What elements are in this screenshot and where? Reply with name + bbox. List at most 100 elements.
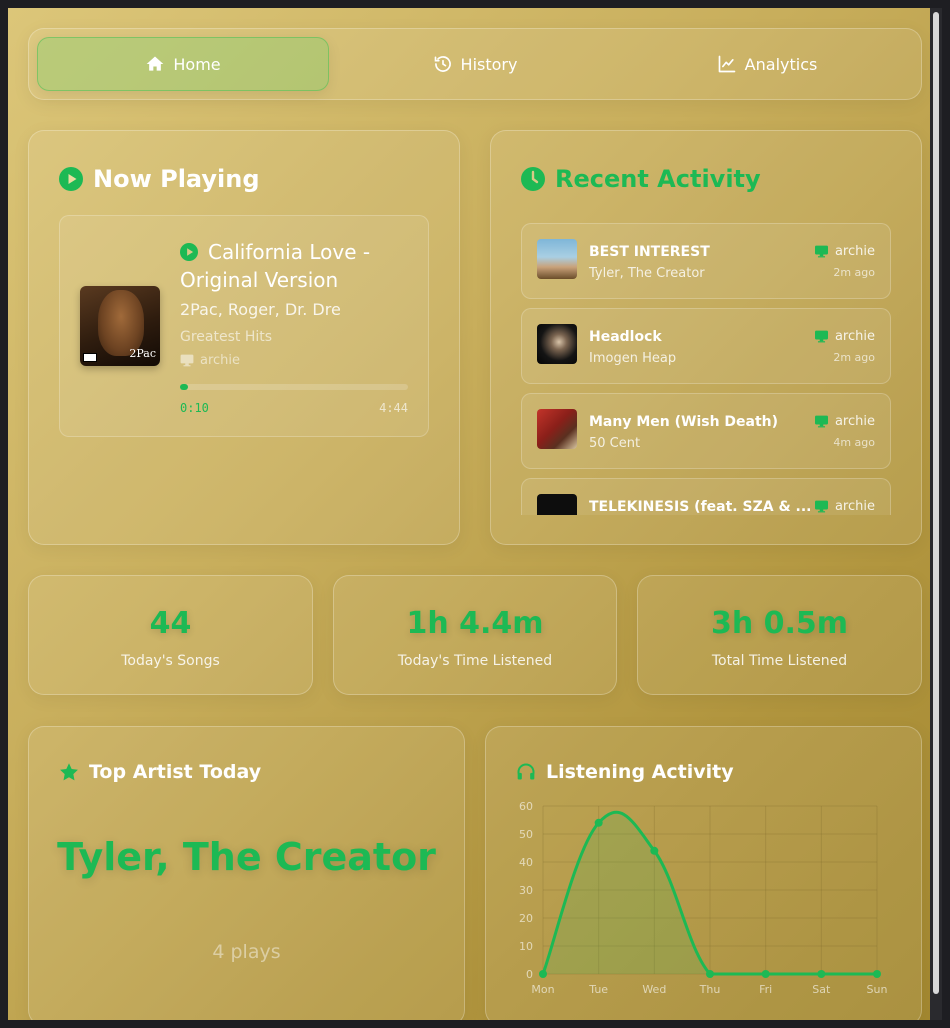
- progress-bar[interactable]: [180, 384, 408, 390]
- stat-card-today-songs: 44 Today's Songs: [28, 575, 313, 695]
- headphones-icon: [517, 763, 535, 780]
- album-cover: 2Pac: [80, 286, 160, 366]
- activity-device: archie: [814, 499, 875, 514]
- stat-label: Today's Time Listened: [397, 653, 553, 669]
- data-point: [873, 970, 881, 978]
- activity-device-name: archie: [834, 499, 875, 514]
- monitor-icon: [180, 354, 194, 367]
- history-icon: [434, 56, 451, 72]
- playback-device: archie: [180, 353, 240, 368]
- album-cover-text: 2Pac: [129, 347, 156, 360]
- activity-device: archie: [814, 414, 875, 429]
- activity-device: archie: [814, 329, 875, 344]
- recent-activity-list[interactable]: BEST INTEREST Tyler, The Creator archie …: [521, 223, 891, 515]
- activity-song: Many Men (Wish Death): [589, 414, 779, 430]
- recent-activity-panel: Recent Activity BEST INTEREST Tyler, The…: [490, 130, 922, 545]
- activity-song: Headlock: [589, 329, 662, 345]
- clock-icon: [521, 167, 545, 191]
- activity-thumbnail: [537, 409, 577, 449]
- top-nav: Home History Analytics: [28, 28, 922, 100]
- play-icon: [180, 243, 198, 261]
- activity-time: 2m ago: [833, 351, 875, 364]
- activity-item[interactable]: Headlock Imogen Heap archie 2m ago: [521, 308, 891, 384]
- activity-device-name: archie: [834, 329, 875, 344]
- listening-activity-heading: Listening Activity: [516, 761, 734, 783]
- track-title: California Love - Original Version: [180, 238, 416, 294]
- listening-activity-title: Listening Activity: [546, 761, 734, 783]
- x-tick-label: Tue: [588, 983, 608, 996]
- y-tick-label: 10: [519, 940, 533, 953]
- activity-artist: Imogen Heap: [589, 351, 677, 366]
- data-point: [594, 818, 603, 827]
- total-time: 4:44: [379, 401, 408, 415]
- nav-analytics-label: Analytics: [744, 54, 818, 74]
- listening-activity-panel: Listening Activity 0 10 20 30 40 50 60 Mon Tue We…: [485, 726, 922, 1020]
- top-artist-title: Top Artist Today: [89, 761, 262, 783]
- playback-device-name: archie: [200, 353, 241, 368]
- y-tick-label: 40: [519, 856, 533, 869]
- top-artist-panel: Top Artist Today Tyler, The Creator 4 pl…: [28, 726, 465, 1020]
- monitor-icon: [814, 245, 828, 258]
- app-window: Home History Analytics Now Playing 2Pac …: [8, 8, 930, 1020]
- activity-song: TELEKINESIS (feat. SZA & ...: [589, 499, 812, 515]
- activity-song: BEST INTEREST: [589, 244, 710, 260]
- x-tick-label: Mon: [531, 983, 554, 996]
- y-tick-label: 0: [526, 968, 533, 981]
- stat-label: Today's Songs: [121, 653, 220, 669]
- stat-card-total-time: 3h 0.5m Total Time Listened: [637, 575, 922, 695]
- nav-history[interactable]: History: [329, 37, 621, 91]
- monitor-icon: [814, 415, 828, 428]
- home-icon: [147, 56, 164, 71]
- current-time: 0:10: [180, 401, 209, 415]
- recent-activity-title: Recent Activity: [555, 165, 761, 193]
- activity-thumbnail: [537, 494, 577, 515]
- x-tick-label: Fri: [759, 983, 772, 996]
- activity-device: archie: [814, 244, 875, 259]
- activity-thumbnail: [537, 324, 577, 364]
- page-scrollbar[interactable]: [930, 8, 942, 1020]
- stat-value: 3h 0.5m: [710, 606, 849, 641]
- progress-fill: [180, 384, 188, 390]
- now-playing-heading: Now Playing: [59, 165, 260, 193]
- x-tick-label: Sun: [867, 983, 888, 996]
- monitor-icon: [814, 330, 828, 343]
- y-tick-label: 50: [519, 828, 533, 841]
- activity-time: 2m ago: [833, 266, 875, 279]
- stat-value: 1h 4.4m: [406, 606, 544, 641]
- activity-time: 4m ago: [833, 436, 875, 449]
- stat-value: 44: [149, 606, 192, 641]
- data-point: [650, 846, 659, 855]
- star-icon: [60, 763, 78, 781]
- track-album: Greatest Hits: [180, 329, 273, 345]
- x-tick-label: Thu: [699, 983, 721, 996]
- listening-activity-chart: 0 10 20 30 40 50 60 Mon Tue Wed Thu Fri Sat Sun: [519, 800, 888, 996]
- nav-analytics[interactable]: Analytics: [621, 37, 913, 91]
- activity-artist: 50 Cent: [589, 436, 641, 451]
- play-circle-icon: [59, 167, 83, 191]
- now-playing-card: 2Pac California Love - Original Version …: [59, 215, 429, 437]
- activity-item[interactable]: TELEKINESIS (feat. SZA & ... archie: [521, 478, 891, 515]
- y-tick-label: 60: [519, 800, 533, 813]
- activity-thumbnail: [537, 239, 577, 279]
- activity-item[interactable]: BEST INTEREST Tyler, The Creator archie …: [521, 223, 891, 299]
- activity-device-name: archie: [834, 244, 875, 259]
- now-playing-title: Now Playing: [93, 165, 260, 193]
- top-artist-plays: 4 plays: [212, 941, 281, 963]
- stat-label: Total Time Listened: [711, 653, 848, 669]
- track-title-text: California Love - Original Version: [180, 240, 371, 292]
- top-artist-heading: Top Artist Today: [59, 761, 261, 783]
- activity-item[interactable]: Many Men (Wish Death) 50 Cent archie 4m …: [521, 393, 891, 469]
- stat-card-today-time: 1h 4.4m Today's Time Listened: [333, 575, 617, 695]
- monitor-icon: [814, 500, 828, 513]
- y-tick-label: 20: [519, 912, 533, 925]
- scrollbar-thumb[interactable]: [933, 12, 939, 994]
- x-tick-label: Wed: [642, 983, 666, 996]
- data-point: [706, 970, 714, 978]
- nav-home[interactable]: Home: [37, 37, 329, 91]
- activity-device-name: archie: [834, 414, 875, 429]
- data-point: [761, 970, 770, 978]
- recent-activity-heading: Recent Activity: [521, 165, 761, 193]
- activity-artist: Tyler, The Creator: [589, 266, 705, 281]
- data-point: [539, 970, 547, 978]
- data-point: [817, 970, 826, 978]
